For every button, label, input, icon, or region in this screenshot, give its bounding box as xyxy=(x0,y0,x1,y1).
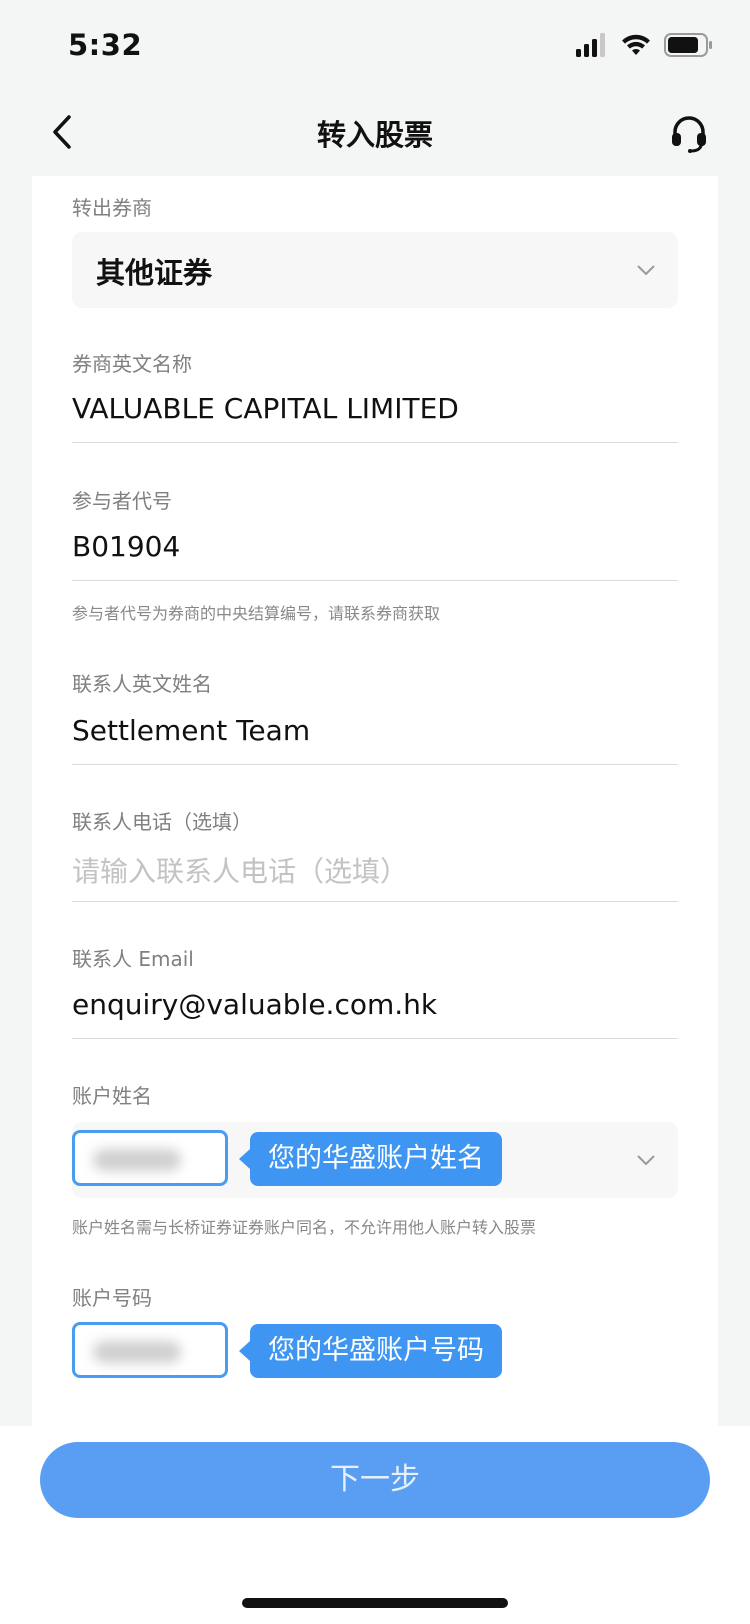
status-icons xyxy=(576,33,714,57)
contact-email-label: 联系人 Email xyxy=(72,947,194,971)
participant-id-input[interactable]: B01904 xyxy=(72,530,180,563)
home-indicator xyxy=(242,1598,508,1608)
divider xyxy=(72,764,678,765)
contact-name-label: 联系人英文姓名 xyxy=(72,672,212,696)
broker-select[interactable]: 其他证券 xyxy=(72,232,678,308)
account-name-hint: 账户姓名需与长桥证券证券账户同名，不允许用他人账户转入股票 xyxy=(72,1218,537,1237)
participant-id-label: 参与者代号 xyxy=(72,489,172,513)
headset-icon xyxy=(672,116,706,153)
contact-email-input[interactable]: enquiry@valuable.com.hk xyxy=(72,988,437,1021)
contact-phone-label: 联系人电话（选填） xyxy=(72,810,252,834)
divider xyxy=(72,580,678,581)
account-number-tooltip: 您的华盛账户号码 xyxy=(239,1324,502,1378)
broker-en-name-label: 券商英文名称 xyxy=(72,352,192,376)
contact-phone-input[interactable]: 请输入联系人电话（选填） xyxy=(72,850,408,890)
battery-icon xyxy=(664,33,712,57)
transfer-form-card: 转出券商 其他证券 券商英文名称 VALUABLE CAPITAL LIMITE… xyxy=(32,176,718,1426)
status-bar: 5:32 xyxy=(0,0,750,96)
participant-id-hint: 参与者代号为券商的中央结算编号，请联系券商获取 xyxy=(72,604,441,623)
broker-selected-value: 其他证券 xyxy=(96,256,213,290)
next-step-button[interactable]: 下一步 xyxy=(40,1442,710,1518)
page-title: 转入股票 xyxy=(316,118,433,152)
broker-label: 转出券商 xyxy=(72,196,152,220)
chevron-down-icon xyxy=(637,265,655,276)
broker-en-name-input[interactable]: VALUABLE CAPITAL LIMITED xyxy=(72,392,459,425)
account-name-label: 账户姓名 xyxy=(72,1084,152,1108)
account-name-tooltip: 您的华盛账户姓名 xyxy=(239,1132,502,1186)
customer-service-button[interactable] xyxy=(666,110,712,156)
account-number-label: 账户号码 xyxy=(72,1286,152,1310)
account-number-masked-value xyxy=(72,1322,228,1378)
divider xyxy=(72,442,678,443)
status-time: 5:32 xyxy=(68,28,143,62)
contact-name-input[interactable]: Settlement Team xyxy=(72,714,310,747)
chevron-down-icon xyxy=(637,1155,655,1166)
navigation-bar: 转入股票 xyxy=(0,96,750,176)
divider xyxy=(72,901,678,902)
divider xyxy=(72,1038,678,1039)
wifi-icon xyxy=(622,34,650,55)
account-name-masked-value xyxy=(72,1130,228,1186)
bottom-action-bar: 下一步 xyxy=(0,1426,750,1624)
cellular-signal-icon xyxy=(576,33,605,57)
